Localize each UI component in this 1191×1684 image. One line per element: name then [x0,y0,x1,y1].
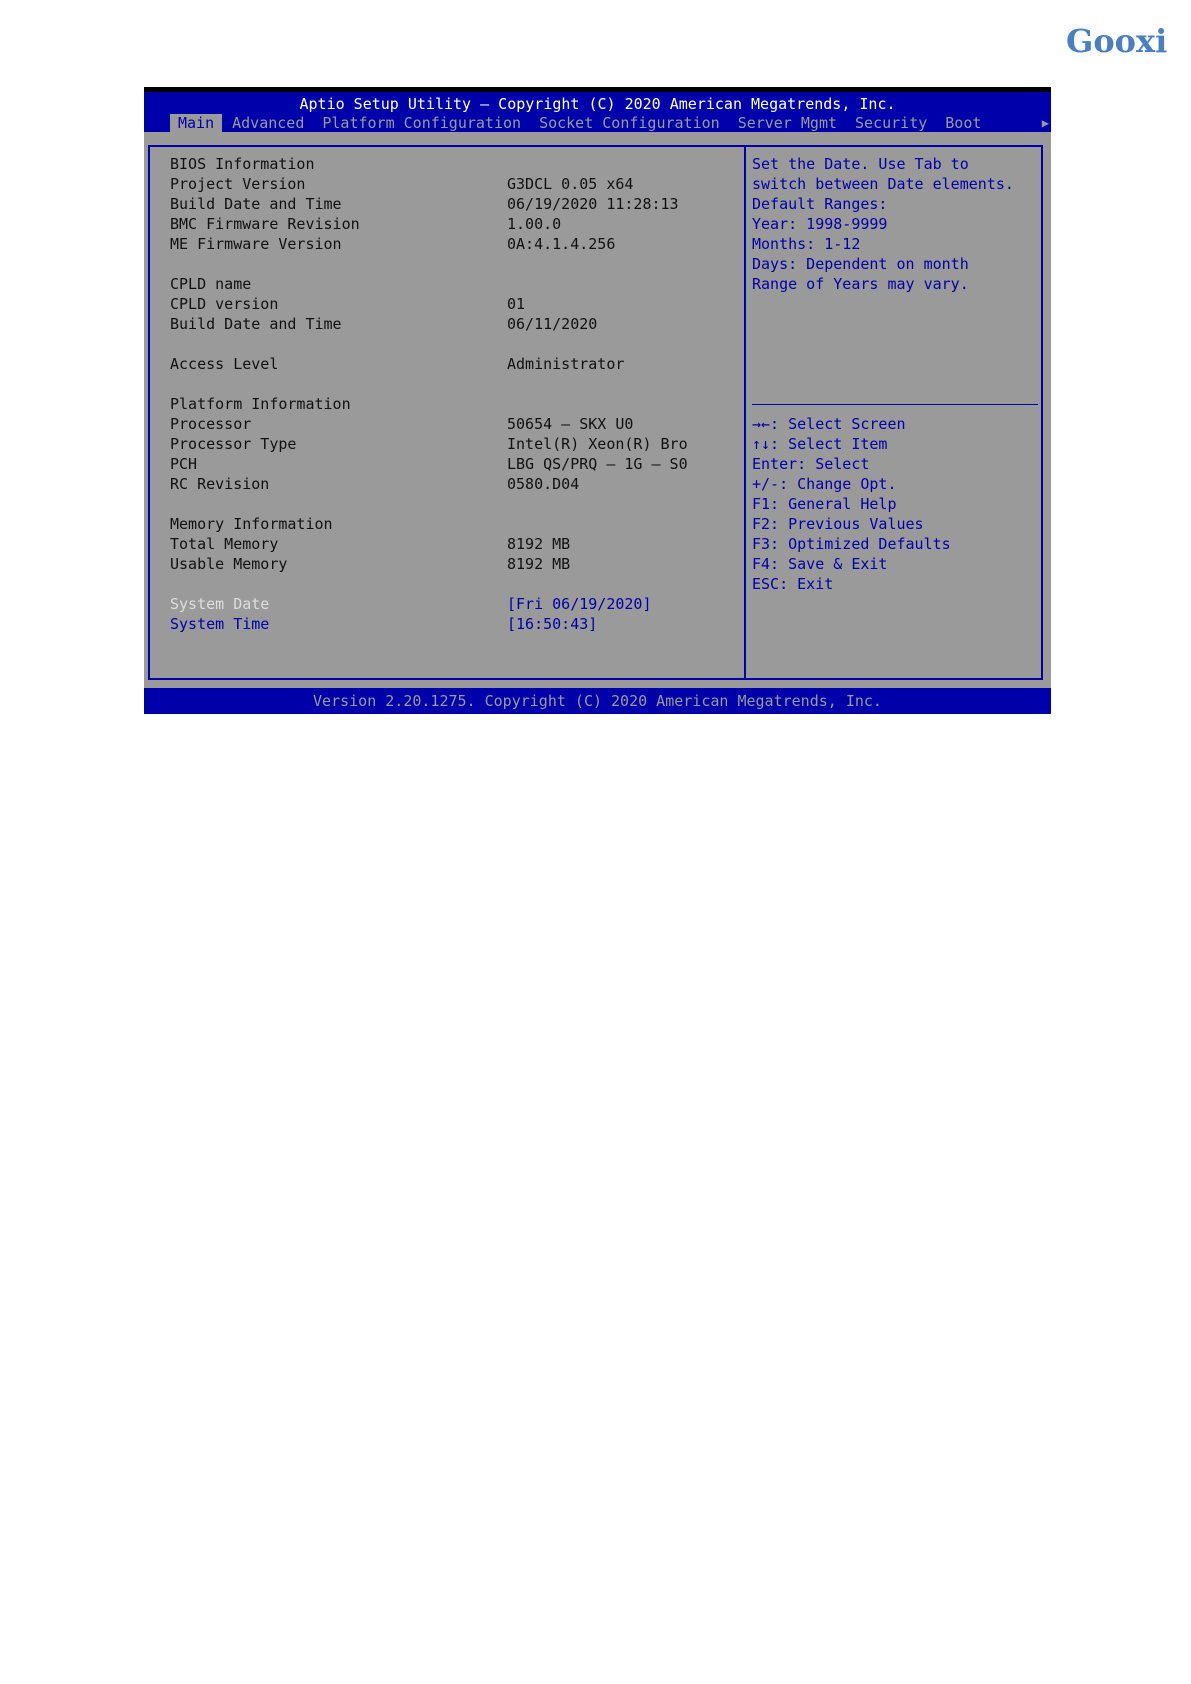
key-hint-f3: F3: Optimized Defaults [752,535,951,553]
usable-memory-label: Usable Memory [170,555,288,573]
gooxi-logo: Gooxi [1066,22,1168,60]
tab-server-mgmt[interactable]: Server Mgmt [730,114,845,132]
rc-revision-label: RC Revision [170,475,270,493]
bmc-firmware-value: 1.00.0 [507,215,562,233]
memory-information-heading: Memory Information [170,515,333,533]
key-hint-change-opt: +/-: Change Opt. [752,475,897,493]
tab-advanced[interactable]: Advanced [224,114,312,132]
bios-setup-screen: Aptio Setup Utility – Copyright (C) 2020… [144,87,1051,714]
total-memory-value: 8192 MB [507,535,571,553]
key-hint-f2: F2: Previous Values [752,515,924,533]
tab-main[interactable]: Main [170,114,223,132]
total-memory-label: Total Memory [170,535,279,553]
panel-divider [744,145,746,680]
key-hint-f1: F1: General Help [752,495,897,513]
cpld-build-date-value: 06/11/2020 [507,315,598,333]
key-hint-select-screen: →←: Select Screen [752,415,906,433]
access-level-value: Administrator [507,355,625,373]
title-text: Aptio Setup Utility – Copyright (C) 2020… [299,95,896,113]
me-firmware-value: 0A:4.1.4.256 [507,235,616,253]
pch-value: LBG QS/PRQ – 1G – S0 [507,455,688,473]
tab-socket-configuration[interactable]: Socket Configuration [531,114,728,132]
help-text-line: Days: Dependent on month [752,255,969,273]
tab-bar: Main Advanced Platform Configuration Soc… [170,114,991,132]
system-date-label[interactable]: System Date [170,594,269,614]
access-level-label: Access Level [170,355,279,373]
tab-security[interactable]: Security [847,114,935,132]
build-date-label: Build Date and Time [170,195,342,213]
help-text-line: Months: 1-12 [752,235,861,253]
key-hint-select-item: ↑↓: Select Item [752,435,888,453]
pch-label: PCH [170,455,198,473]
project-version-value: G3DCL 0.05 x64 [507,175,634,193]
cpld-build-date-label: Build Date and Time [170,315,342,333]
key-hint-esc: ESC: Exit [752,575,834,593]
help-text-line: Set the Date. Use Tab to [752,155,969,173]
help-text-line: Year: 1998-9999 [752,215,888,233]
me-firmware-label: ME Firmware Version [170,235,342,253]
system-date-field[interactable]: [Fri 06/19/2020] [507,594,652,614]
key-hint-f4: F4: Save & Exit [752,555,888,573]
tab-boot[interactable]: Boot [937,114,989,132]
right-arrow-icon[interactable]: ▶ [1042,114,1049,132]
rc-revision-value: 0580.D04 [507,475,580,493]
processor-type-label: Processor Type [170,435,297,453]
bios-information-heading: BIOS Information [170,155,315,173]
footer-version-text: Version 2.20.1275. Copyright (C) 2020 Am… [313,692,882,710]
tab-platform-configuration[interactable]: Platform Configuration [314,114,529,132]
bmc-firmware-label: BMC Firmware Revision [170,215,360,233]
system-time-label[interactable]: System Time [170,614,269,634]
help-divider [752,404,1038,405]
cpld-version-value: 01 [507,295,526,313]
help-text-line: switch between Date elements. [752,175,1014,193]
processor-type-value: Intel(R) Xeon(R) Bro [507,435,688,453]
platform-information-heading: Platform Information [170,395,351,413]
help-text-line: Default Ranges: [752,195,888,213]
cpld-version-label: CPLD version [170,295,279,313]
system-time-field[interactable]: [16:50:43] [507,614,597,634]
usable-memory-value: 8192 MB [507,555,571,573]
processor-label: Processor [170,415,252,433]
cpld-name-label: CPLD name [170,275,252,293]
help-text-line: Range of Years may vary. [752,275,969,293]
footer-bar: Version 2.20.1275. Copyright (C) 2020 Am… [144,688,1051,714]
build-date-value: 06/19/2020 11:28:13 [507,195,679,213]
project-version-label: Project Version [170,175,306,193]
key-hint-enter: Enter: Select [752,455,870,473]
processor-value: 50654 – SKX U0 [507,415,634,433]
